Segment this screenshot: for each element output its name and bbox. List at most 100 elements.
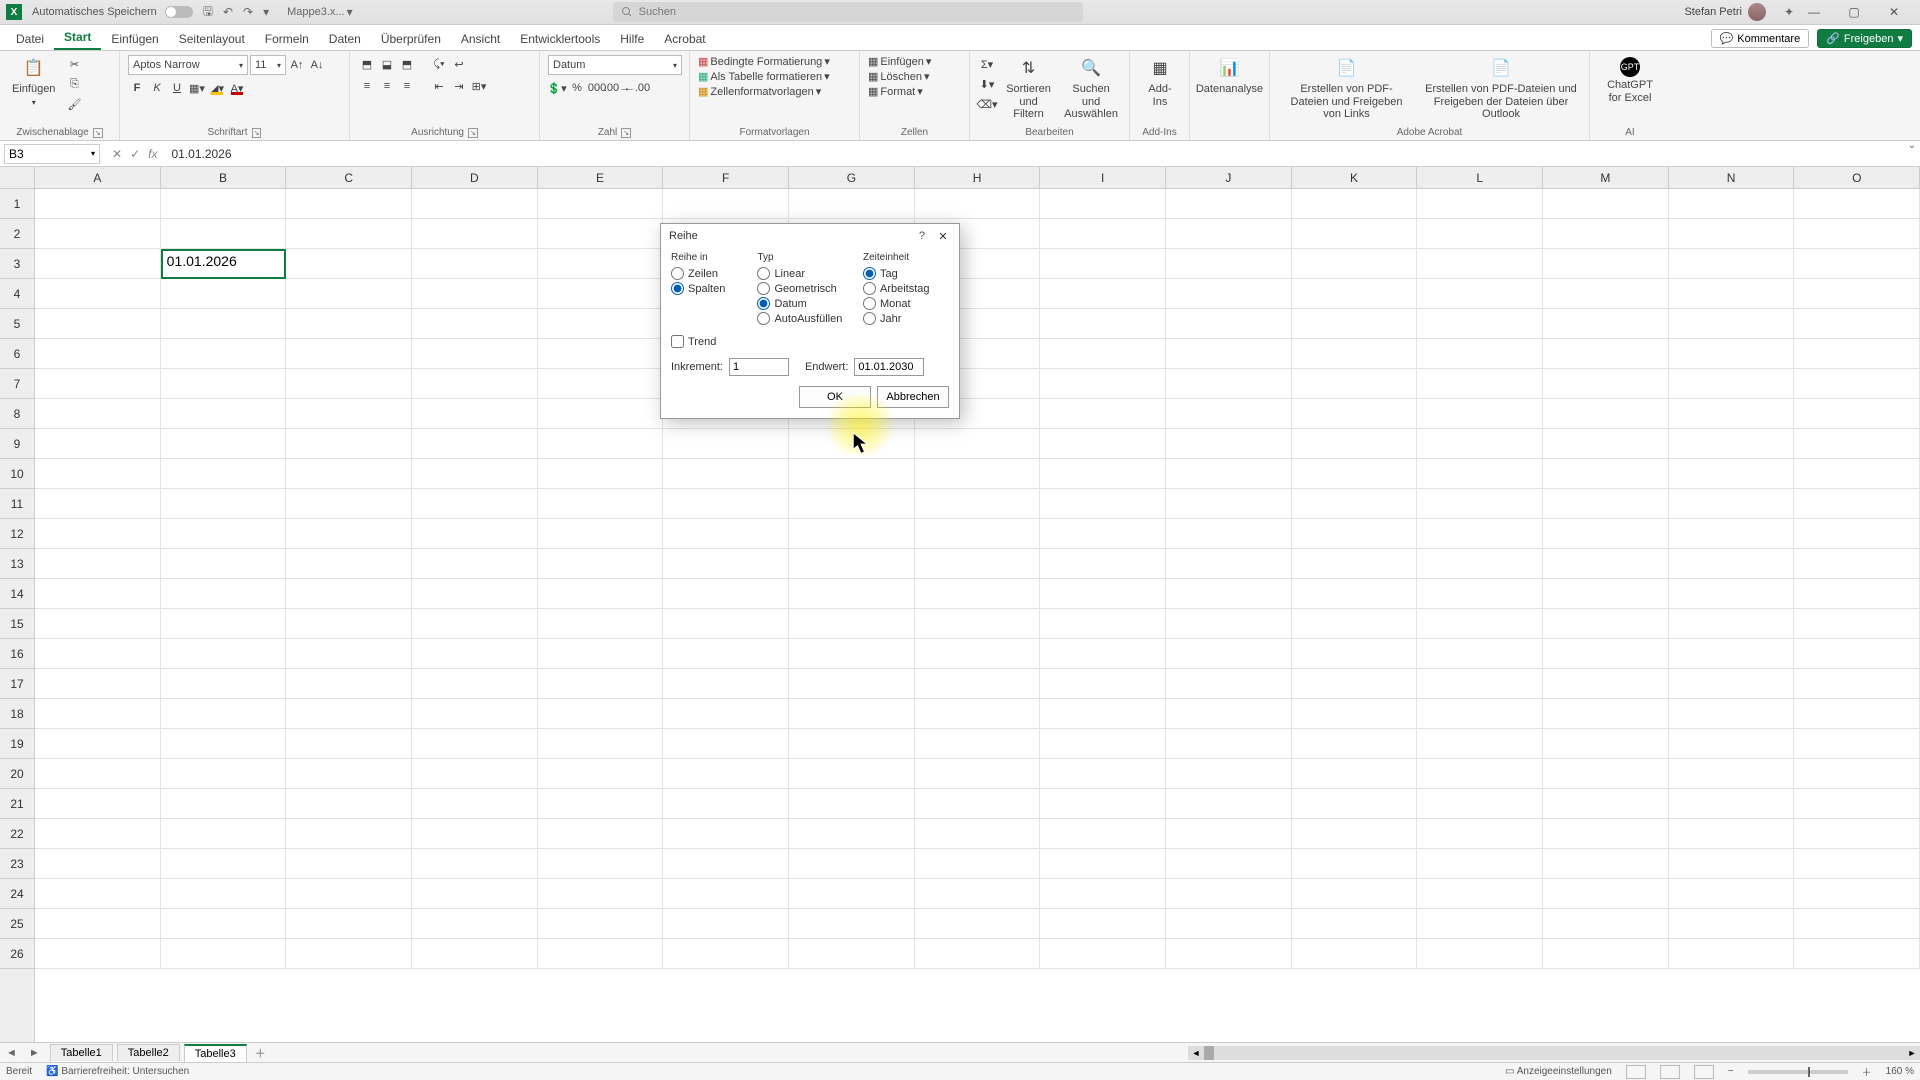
cell-L13[interactable] bbox=[1417, 549, 1543, 579]
cell-B7[interactable] bbox=[161, 369, 287, 399]
cell-C11[interactable] bbox=[286, 489, 412, 519]
radio-tag[interactable]: Tag bbox=[863, 267, 949, 280]
cell-K7[interactable] bbox=[1292, 369, 1418, 399]
cell-F16[interactable] bbox=[663, 639, 789, 669]
col-header-N[interactable]: N bbox=[1669, 167, 1795, 188]
cell-H22[interactable] bbox=[915, 819, 1041, 849]
cell-D13[interactable] bbox=[412, 549, 538, 579]
cell-O25[interactable] bbox=[1794, 909, 1920, 939]
cell-M1[interactable] bbox=[1543, 189, 1669, 219]
format-painter-icon[interactable]: 🖌 bbox=[65, 95, 83, 113]
number-format-select[interactable]: Datum▾ bbox=[548, 55, 682, 75]
copy-icon[interactable]: ⎘ bbox=[65, 75, 83, 93]
cell-C9[interactable] bbox=[286, 429, 412, 459]
cell-E3[interactable] bbox=[538, 249, 664, 279]
cell-K3[interactable] bbox=[1292, 249, 1418, 279]
cell-A7[interactable] bbox=[35, 369, 161, 399]
cell-A26[interactable] bbox=[35, 939, 161, 969]
cell-I7[interactable] bbox=[1040, 369, 1166, 399]
cell-A6[interactable] bbox=[35, 339, 161, 369]
clipboard-dialog-icon[interactable]: ↘ bbox=[93, 128, 103, 138]
cell-D22[interactable] bbox=[412, 819, 538, 849]
cell-B22[interactable] bbox=[161, 819, 287, 849]
select-all-corner[interactable] bbox=[0, 167, 35, 189]
row-header-22[interactable]: 22 bbox=[0, 819, 34, 849]
endwert-input[interactable] bbox=[854, 358, 924, 376]
cell-A14[interactable] bbox=[35, 579, 161, 609]
cell-A18[interactable] bbox=[35, 699, 161, 729]
cell-G12[interactable] bbox=[789, 519, 915, 549]
wrap-text-icon[interactable]: ↩ bbox=[450, 55, 468, 73]
bold-icon[interactable]: F bbox=[128, 79, 146, 97]
cell-N4[interactable] bbox=[1669, 279, 1795, 309]
cell-H18[interactable] bbox=[915, 699, 1041, 729]
cell-M20[interactable] bbox=[1543, 759, 1669, 789]
cell-M24[interactable] bbox=[1543, 879, 1669, 909]
cell-K13[interactable] bbox=[1292, 549, 1418, 579]
tab-überprüfen[interactable]: Überprüfen bbox=[371, 28, 451, 50]
cell-H24[interactable] bbox=[915, 879, 1041, 909]
cell-N18[interactable] bbox=[1669, 699, 1795, 729]
cell-M4[interactable] bbox=[1543, 279, 1669, 309]
cell-I15[interactable] bbox=[1040, 609, 1166, 639]
cell-O4[interactable] bbox=[1794, 279, 1920, 309]
cell-E8[interactable] bbox=[538, 399, 664, 429]
cell-G23[interactable] bbox=[789, 849, 915, 879]
cell-O11[interactable] bbox=[1794, 489, 1920, 519]
cell-C15[interactable] bbox=[286, 609, 412, 639]
cell-N22[interactable] bbox=[1669, 819, 1795, 849]
create-pdf-link-button[interactable]: 📄Erstellen von PDF-Dateien und Freigeben… bbox=[1278, 55, 1415, 123]
align-top-icon[interactable]: ⬒ bbox=[358, 55, 376, 73]
cell-L9[interactable] bbox=[1417, 429, 1543, 459]
sheet-tab-tabelle3[interactable]: Tabelle3 bbox=[184, 1044, 247, 1062]
cell-I3[interactable] bbox=[1040, 249, 1166, 279]
cell-M2[interactable] bbox=[1543, 219, 1669, 249]
cell-D11[interactable] bbox=[412, 489, 538, 519]
cell-E15[interactable] bbox=[538, 609, 664, 639]
cell-M19[interactable] bbox=[1543, 729, 1669, 759]
autosave-toggle[interactable] bbox=[165, 6, 193, 18]
cell-C13[interactable] bbox=[286, 549, 412, 579]
cell-O12[interactable] bbox=[1794, 519, 1920, 549]
cell-J15[interactable] bbox=[1166, 609, 1292, 639]
cell-B14[interactable] bbox=[161, 579, 287, 609]
cell-A9[interactable] bbox=[35, 429, 161, 459]
cell-N2[interactable] bbox=[1669, 219, 1795, 249]
cell-M7[interactable] bbox=[1543, 369, 1669, 399]
cell-B11[interactable] bbox=[161, 489, 287, 519]
col-header-I[interactable]: I bbox=[1040, 167, 1166, 188]
cell-J23[interactable] bbox=[1166, 849, 1292, 879]
cell-F10[interactable] bbox=[663, 459, 789, 489]
cell-O23[interactable] bbox=[1794, 849, 1920, 879]
cell-K25[interactable] bbox=[1292, 909, 1418, 939]
hscroll-thumb[interactable] bbox=[1204, 1046, 1214, 1060]
radio-arbeitstag[interactable]: Arbeitstag bbox=[863, 282, 949, 295]
cell-G26[interactable] bbox=[789, 939, 915, 969]
cell-D24[interactable] bbox=[412, 879, 538, 909]
col-header-D[interactable]: D bbox=[412, 167, 538, 188]
cell-N25[interactable] bbox=[1669, 909, 1795, 939]
cell-I4[interactable] bbox=[1040, 279, 1166, 309]
normal-view-icon[interactable] bbox=[1626, 1065, 1646, 1079]
ok-button[interactable]: OK bbox=[799, 386, 871, 408]
cell-J8[interactable] bbox=[1166, 399, 1292, 429]
user-account[interactable]: Stefan Petri bbox=[1684, 3, 1765, 21]
col-header-C[interactable]: C bbox=[286, 167, 412, 188]
cell-C1[interactable] bbox=[286, 189, 412, 219]
cell-C19[interactable] bbox=[286, 729, 412, 759]
inkrement-input[interactable] bbox=[729, 358, 789, 376]
cell-E13[interactable] bbox=[538, 549, 664, 579]
cell-D8[interactable] bbox=[412, 399, 538, 429]
cell-N11[interactable] bbox=[1669, 489, 1795, 519]
cell-L1[interactable] bbox=[1417, 189, 1543, 219]
cell-A8[interactable] bbox=[35, 399, 161, 429]
close-window-icon[interactable]: ✕ bbox=[1874, 5, 1914, 19]
cell-D25[interactable] bbox=[412, 909, 538, 939]
cell-H9[interactable] bbox=[915, 429, 1041, 459]
cell-L15[interactable] bbox=[1417, 609, 1543, 639]
cell-C22[interactable] bbox=[286, 819, 412, 849]
cell-styles-button[interactable]: ▦ Zellenformatvorlagen ▾ bbox=[698, 85, 851, 98]
row-header-12[interactable]: 12 bbox=[0, 519, 34, 549]
radio-datum[interactable]: Datum bbox=[757, 297, 853, 310]
cell-D19[interactable] bbox=[412, 729, 538, 759]
